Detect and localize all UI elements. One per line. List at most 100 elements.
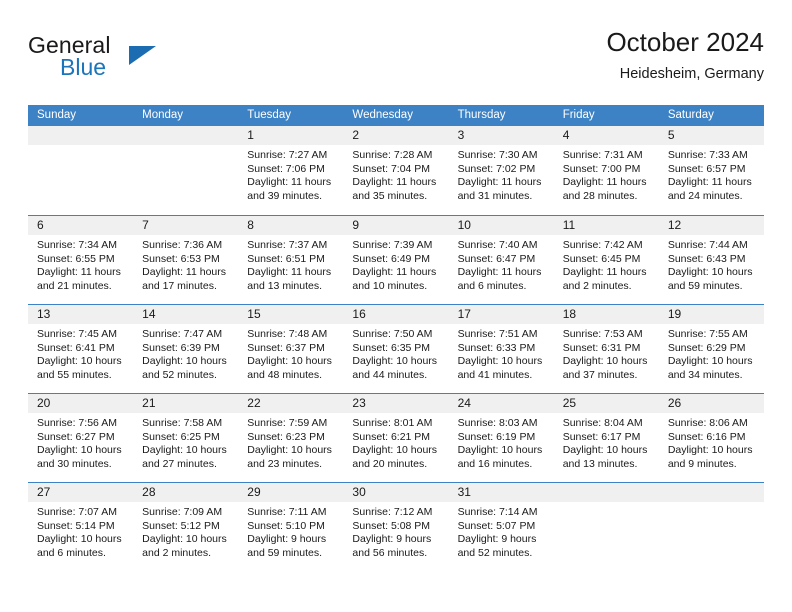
daylight-text: Daylight: 10 hours and 37 minutes. xyxy=(562,355,648,381)
day-cell[interactable]: 2 Sunrise: 7:28 AM Sunset: 7:04 PM Daylight… xyxy=(343,126,449,215)
day-number: 12 xyxy=(658,216,764,235)
day-details: Sunrise: 7:12 AM Sunset: 5:08 PM Daylight:… xyxy=(343,502,448,560)
day-cell[interactable]: 1 Sunrise: 7:27 AM Sunset: 7:06 PM Daylight… xyxy=(238,126,344,215)
day-cell[interactable]: 15 Sunrise: 7:48 AM Sunset: 6:37 PM Dayligh… xyxy=(238,305,344,393)
day-details: Sunrise: 7:07 AM Sunset: 5:14 PM Daylight:… xyxy=(28,502,133,560)
day-details: Sunrise: 7:27 AM Sunset: 7:06 PM Daylight:… xyxy=(238,145,343,203)
day-cell[interactable]: 16 Sunrise: 7:50 AM Sunset: 6:35 PM Dayligh… xyxy=(343,305,449,393)
day-number: 1 xyxy=(238,126,344,145)
day-cell[interactable]: 6 Sunrise: 7:34 AM Sunset: 6:55 PM Daylight… xyxy=(28,216,134,304)
day-cell[interactable]: 3 Sunrise: 7:30 AM Sunset: 7:02 PM Daylight… xyxy=(448,126,554,215)
day-details: Sunrise: 7:59 AM Sunset: 6:23 PM Daylight:… xyxy=(238,413,343,471)
day-cell[interactable]: 20 Sunrise: 7:56 AM Sunset: 6:27 PM Dayligh… xyxy=(28,394,134,482)
sunrise-text: Sunrise: 7:31 AM xyxy=(562,149,643,161)
day-cell-empty xyxy=(553,483,659,571)
daylight-text: Daylight: 11 hours and 2 minutes. xyxy=(562,266,647,292)
day-details: Sunrise: 8:03 AM Sunset: 6:19 PM Daylight:… xyxy=(449,413,554,471)
day-number: 23 xyxy=(343,394,449,413)
day-number: 29 xyxy=(238,483,344,502)
day-number: 4 xyxy=(553,126,659,145)
daylight-text: Daylight: 10 hours and 2 minutes. xyxy=(142,533,227,559)
sunrise-text: Sunrise: 8:04 AM xyxy=(562,417,643,429)
sunrise-text: Sunrise: 7:34 AM xyxy=(37,239,117,251)
sunset-text: Sunset: 6:35 PM xyxy=(352,341,431,354)
sunrise-text: Sunrise: 7:55 AM xyxy=(667,328,748,340)
day-cell[interactable]: 11 Sunrise: 7:42 AM Sunset: 6:45 PM Dayligh… xyxy=(553,216,659,304)
day-cell[interactable]: 29 Sunrise: 7:11 AM Sunset: 5:10 PM Dayligh… xyxy=(238,483,344,571)
day-cell[interactable]: 26 Sunrise: 8:06 AM Sunset: 6:16 PM Dayligh… xyxy=(658,394,764,482)
day-cell[interactable]: 22 Sunrise: 7:59 AM Sunset: 6:23 PM Dayligh… xyxy=(238,394,344,482)
sunrise-text: Sunrise: 8:01 AM xyxy=(352,417,433,429)
day-number xyxy=(553,483,659,502)
daylight-text: Daylight: 10 hours and 34 minutes. xyxy=(667,355,753,381)
sunrise-text: Sunrise: 7:44 AM xyxy=(667,239,748,251)
sunset-text: Sunset: 6:16 PM xyxy=(667,430,746,443)
sunset-text: Sunset: 6:29 PM xyxy=(667,341,746,354)
sunset-text: Sunset: 5:14 PM xyxy=(37,519,115,532)
daylight-text: Daylight: 11 hours and 28 minutes. xyxy=(562,176,647,202)
day-number: 27 xyxy=(28,483,134,502)
sunrise-text: Sunrise: 7:36 AM xyxy=(142,239,223,251)
day-details: Sunrise: 7:53 AM Sunset: 6:31 PM Daylight:… xyxy=(554,324,659,382)
day-number: 9 xyxy=(343,216,449,235)
calendar-week-row: 6 Sunrise: 7:34 AM Sunset: 6:55 PM Daylight… xyxy=(28,215,764,304)
day-cell[interactable]: 18 Sunrise: 7:53 AM Sunset: 6:31 PM Dayligh… xyxy=(553,305,659,393)
day-cell[interactable]: 25 Sunrise: 8:04 AM Sunset: 6:17 PM Dayligh… xyxy=(553,394,659,482)
day-number: 15 xyxy=(238,305,344,324)
daylight-text: Daylight: 10 hours and 16 minutes. xyxy=(457,444,543,470)
day-cell[interactable]: 10 Sunrise: 7:40 AM Sunset: 6:47 PM Dayligh… xyxy=(448,216,554,304)
sunrise-text: Sunrise: 7:50 AM xyxy=(352,328,433,340)
sunrise-text: Sunrise: 7:51 AM xyxy=(457,328,538,340)
day-cell[interactable]: 28 Sunrise: 7:09 AM Sunset: 5:12 PM Dayligh… xyxy=(133,483,239,571)
day-details: Sunrise: 7:42 AM Sunset: 6:45 PM Daylight:… xyxy=(554,235,659,293)
day-details: Sunrise: 7:47 AM Sunset: 6:39 PM Daylight:… xyxy=(133,324,238,382)
day-cell[interactable]: 30 Sunrise: 7:12 AM Sunset: 5:08 PM Dayligh… xyxy=(343,483,449,571)
sunset-text: Sunset: 6:45 PM xyxy=(562,252,641,265)
day-cell[interactable]: 9 Sunrise: 7:39 AM Sunset: 6:49 PM Daylight… xyxy=(343,216,449,304)
day-cell[interactable]: 7 Sunrise: 7:36 AM Sunset: 6:53 PM Daylight… xyxy=(133,216,239,304)
day-cell[interactable]: 27 Sunrise: 7:07 AM Sunset: 5:14 PM Dayligh… xyxy=(28,483,134,571)
day-cell[interactable]: 21 Sunrise: 7:58 AM Sunset: 6:25 PM Dayligh… xyxy=(133,394,239,482)
day-number: 3 xyxy=(448,126,554,145)
day-details: Sunrise: 7:34 AM Sunset: 6:55 PM Daylight:… xyxy=(28,235,133,293)
day-cell[interactable]: 19 Sunrise: 7:55 AM Sunset: 6:29 PM Dayligh… xyxy=(658,305,764,393)
title-block: October 2024 Heidesheim, Germany xyxy=(606,26,764,85)
sunset-text: Sunset: 6:27 PM xyxy=(37,430,115,443)
sunrise-text: Sunrise: 8:03 AM xyxy=(457,417,538,429)
day-cell[interactable]: 14 Sunrise: 7:47 AM Sunset: 6:39 PM Dayligh… xyxy=(133,305,239,393)
sunset-text: Sunset: 6:37 PM xyxy=(247,341,325,354)
day-number: 26 xyxy=(658,394,764,413)
daylight-text: Daylight: 10 hours and 55 minutes. xyxy=(37,355,122,381)
brand-logo[interactable]: General Blue xyxy=(28,32,228,94)
day-cell[interactable]: 31 Sunrise: 7:14 AM Sunset: 5:07 PM Dayligh… xyxy=(448,483,554,571)
sunset-text: Sunset: 7:04 PM xyxy=(352,162,431,175)
sunset-text: Sunset: 5:08 PM xyxy=(352,519,431,532)
sunrise-text: Sunrise: 7:40 AM xyxy=(457,239,538,251)
sunrise-text: Sunrise: 7:53 AM xyxy=(562,328,643,340)
day-cell[interactable]: 4 Sunrise: 7:31 AM Sunset: 7:00 PM Daylight… xyxy=(553,126,659,215)
day-details: Sunrise: 8:06 AM Sunset: 6:16 PM Daylight:… xyxy=(659,413,764,471)
daylight-text: Daylight: 9 hours and 52 minutes. xyxy=(457,533,537,559)
day-cell[interactable]: 5 Sunrise: 7:33 AM Sunset: 6:57 PM Daylight… xyxy=(658,126,764,215)
sunrise-text: Sunrise: 7:42 AM xyxy=(562,239,643,251)
day-cell[interactable]: 17 Sunrise: 7:51 AM Sunset: 6:33 PM Dayligh… xyxy=(448,305,554,393)
sunrise-text: Sunrise: 7:56 AM xyxy=(37,417,117,429)
sunset-text: Sunset: 5:07 PM xyxy=(457,519,536,532)
day-number: 13 xyxy=(28,305,134,324)
daylight-text: Daylight: 11 hours and 6 minutes. xyxy=(457,266,542,292)
day-cell[interactable]: 8 Sunrise: 7:37 AM Sunset: 6:51 PM Daylight… xyxy=(238,216,344,304)
sunrise-text: Sunrise: 7:28 AM xyxy=(352,149,433,161)
day-cell[interactable]: 13 Sunrise: 7:45 AM Sunset: 6:41 PM Dayligh… xyxy=(28,305,134,393)
day-details: Sunrise: 7:11 AM Sunset: 5:10 PM Daylight:… xyxy=(238,502,343,560)
day-details: Sunrise: 7:58 AM Sunset: 6:25 PM Daylight:… xyxy=(133,413,238,471)
sunset-text: Sunset: 6:53 PM xyxy=(142,252,220,265)
day-cell-empty xyxy=(133,126,239,215)
weekday-header-row: Sunday Monday Tuesday Wednesday Thursday Frid… xyxy=(28,105,764,126)
day-cell[interactable]: 23 Sunrise: 8:01 AM Sunset: 6:21 PM Dayligh… xyxy=(343,394,449,482)
weekday-header-monday: Monday xyxy=(142,109,184,121)
day-cell[interactable]: 24 Sunrise: 8:03 AM Sunset: 6:19 PM Dayligh… xyxy=(448,394,554,482)
day-number: 19 xyxy=(658,305,764,324)
day-cell[interactable]: 12 Sunrise: 7:44 AM Sunset: 6:43 PM Dayligh… xyxy=(658,216,764,304)
day-details: Sunrise: 7:30 AM Sunset: 7:02 PM Daylight:… xyxy=(449,145,554,203)
day-number xyxy=(658,483,764,502)
